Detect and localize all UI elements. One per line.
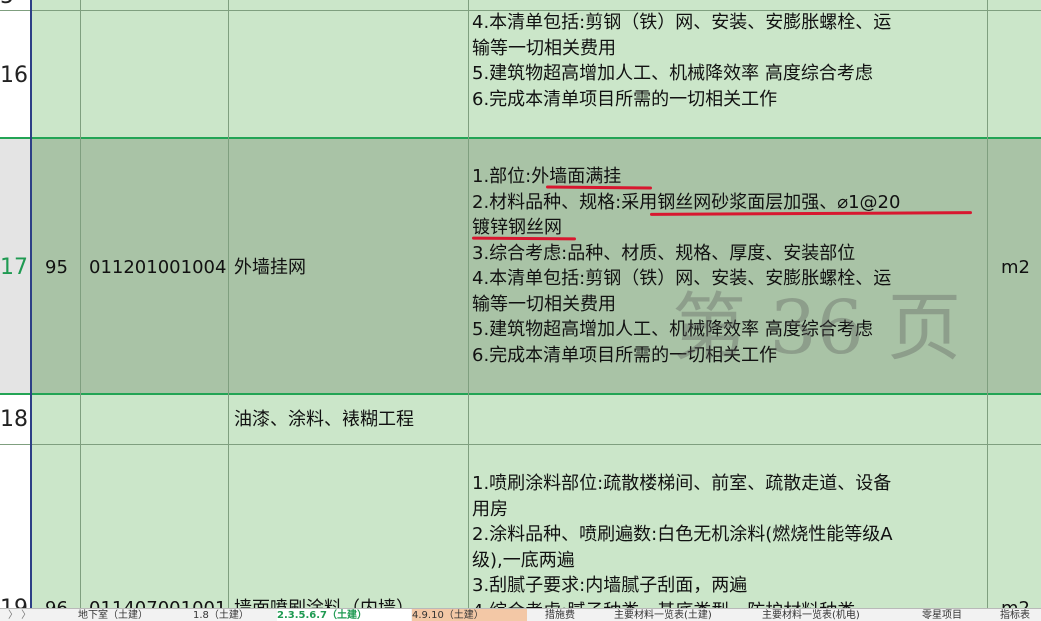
sheet-tab-active[interactable]: 2.3.5.6.7（土建）	[277, 609, 411, 621]
sheet-tab[interactable]: 指标表	[1000, 609, 1041, 621]
description-cell[interactable]: 4.本清单包括:剪钢（铁）网、安装、安膨胀螺栓、运 输等一切相关费用 5.建筑物…	[472, 10, 891, 112]
description-line: 1.部位:外墙面满挂	[472, 166, 622, 187]
unit-cell[interactable]: m2	[1001, 596, 1030, 608]
page-watermark: 第 36 页	[672, 285, 962, 371]
sheet-tab[interactable]: 4.9.10（土建）	[412, 609, 527, 621]
sheet-tab[interactable]: 零星项目	[922, 609, 978, 621]
description-line: 4.本清单包括:剪钢（铁）网、安装、安膨胀螺栓、运	[472, 12, 892, 33]
grid-line	[0, 444, 1041, 445]
description-line: 5.建筑物超高增加人工、机械降效率 高度综合考虑	[472, 63, 873, 84]
description-line: 1.喷刷涂料部位:疏散楼梯间、前室、疏散走道、设备	[472, 473, 892, 494]
sheet-tab[interactable]: 主要材料一览表(土建)	[614, 609, 742, 621]
name-cell[interactable]: 外墙挂网	[234, 255, 306, 281]
name-cell[interactable]: 墙面喷刷涂料（内墙）	[234, 596, 414, 608]
description-cell[interactable]: 1.喷刷涂料部位:疏散楼梯间、前室、疏散走道、设备 用房 2.涂料品种、喷刷遍数…	[472, 471, 893, 608]
description-line: 3.刮腻子要求:内墙腻子刮面，两遍	[472, 575, 748, 596]
description-line: 用房	[472, 498, 508, 520]
sheet-tabs-bar: 〉 〉 地下室（土建） 1.8（土建） 2.3.5.6.7（土建） 4.9.10…	[0, 608, 1041, 621]
grid-line	[0, 393, 1041, 395]
description-line: 级),一底两遍	[472, 549, 575, 571]
sheet-tab[interactable]: 1.8（土建）	[193, 609, 263, 621]
seq-cell[interactable]: 96	[45, 596, 68, 608]
sheet-tab[interactable]: 措施费	[545, 609, 595, 621]
name-cell[interactable]: 油漆、涂料、裱糊工程	[234, 407, 414, 433]
grid-line	[0, 137, 1041, 139]
grid-line	[468, 0, 469, 608]
code-cell[interactable]: 011407001001	[89, 596, 226, 608]
seq-cell[interactable]: 95	[45, 255, 68, 281]
description-line: 3.综合考虑:品种、材质、规格、厚度、安装部位	[472, 242, 856, 264]
grid-line	[80, 0, 81, 608]
tab-scroll-icon[interactable]: 〉 〉	[8, 609, 44, 621]
grid-line	[30, 0, 32, 608]
description-line: 2.涂料品种、喷刷遍数:白色无机涂料(燃烧性能等级A	[472, 524, 893, 545]
sheet-tab[interactable]: 地下室（土建）	[78, 609, 174, 621]
grid-line	[228, 0, 229, 608]
description-line: 4.综合考虑:腻子种类、基底类型、防护材料种类	[472, 599, 893, 609]
row-number[interactable]: 19	[0, 596, 30, 608]
row-number-partial: 5	[0, 0, 30, 10]
description-line: 6.完成本清单项目所需的一切相关工作	[472, 88, 778, 110]
row-number[interactable]: 17	[0, 255, 30, 281]
grid-line	[987, 0, 988, 608]
row-number[interactable]: 18	[0, 407, 30, 433]
spreadsheet-grid[interactable]: 16 4.本清单包括:剪钢（铁）网、安装、安膨胀螺栓、运 输等一切相关费用 5.…	[0, 0, 1041, 608]
sheet-tab[interactable]: 主要材料一览表(机电)	[762, 609, 894, 621]
row-number[interactable]: 16	[0, 63, 30, 89]
description-line: 输等一切相关费用	[472, 37, 616, 59]
unit-cell[interactable]: m2	[1001, 255, 1030, 281]
code-cell[interactable]: 011201001004	[89, 255, 226, 281]
